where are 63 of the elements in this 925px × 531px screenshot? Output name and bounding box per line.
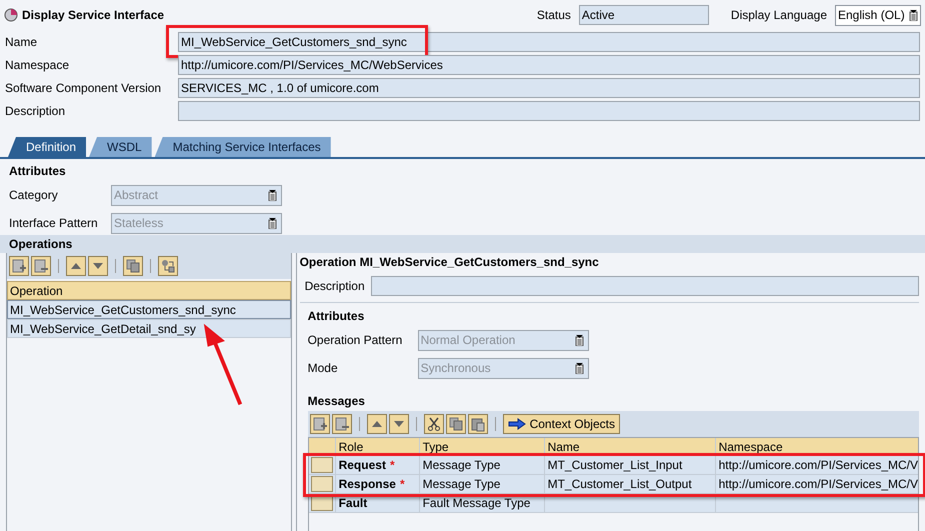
table-cell: http://umicore.com/PI/Services_MC/V [714,456,918,474]
section-title: Attributes [9,164,67,178]
required-mark: * [400,477,405,491]
paste-icon[interactable] [468,414,488,434]
dropdown-icon [268,218,277,228]
move-down-icon[interactable] [88,256,108,276]
table-cell: MT_Customer_List_Output [544,475,715,493]
status-field: Active [578,5,709,25]
field-label: Namespace [5,58,70,72]
row-selector[interactable] [310,476,333,492]
input-field: SERVICES_MC , 1.0 of umicore.com [178,78,920,98]
move-down-icon[interactable] [388,414,409,434]
section-header: Operations [0,235,925,253]
language-label: Display Language [730,8,827,22]
table-cell: Fault [334,494,419,512]
copy-icon[interactable] [446,414,466,434]
field-label: Mode [308,361,339,375]
arrow-right-icon [508,418,526,430]
column-header: Operation [7,281,291,300]
dropdown-icon [909,10,918,20]
add-row-icon[interactable] [9,256,29,276]
table-cell: http://umicore.com/PI/Services_MC/V [714,475,918,493]
tab[interactable]: Matching Service Interfaces [154,137,331,157]
cut-icon[interactable] [424,414,444,434]
remove-row-icon[interactable] [332,414,352,434]
field-label: Description [5,104,66,118]
copy-icon[interactable] [123,256,143,276]
context-objects-button[interactable]: Context Objects [502,414,620,434]
operation-title: Operation MI_WebService_GetCustomers_snd_sync [300,254,600,271]
move-up-icon[interactable] [66,256,86,276]
field-label: Description [304,278,365,292]
field-label: Operation Pattern [308,333,404,347]
table-cell: MT_Customer_List_Input [544,456,715,474]
input-field: http://umicore.com/PI/Services_MC/WebServices [178,54,920,74]
section-title: Attributes [308,309,366,323]
language-dropdown[interactable]: English (OL) [835,4,921,26]
field-label: Software Component Version [5,80,162,94]
table-cell: Message Type [418,456,544,474]
dropdown-icon [574,362,584,374]
field-label: Interface Pattern [9,216,99,230]
move-up-icon[interactable] [366,414,387,434]
service-icon [4,8,18,22]
dropdown-icon [268,190,277,200]
table-cell: Request * [334,456,419,474]
tab[interactable]: Definition [8,137,86,157]
input-field: MI_WebService_GetCustomers_snd_sync [178,32,920,52]
dropdown-icon [574,334,584,346]
section-title: Messages [308,394,366,408]
status-label: Status [536,8,571,22]
remove-row-icon[interactable] [31,256,51,276]
tab[interactable]: WSDL [89,137,152,157]
hierarchy-icon[interactable] [158,256,178,276]
operation-row[interactable]: MI_WebService_GetCustomers_snd_sync [7,300,291,319]
table-cell: Fault Message Type [418,494,544,512]
window-title: Display Service Interface [22,8,164,22]
table-cell: Message Type [418,475,544,493]
field-label: Name [5,34,38,48]
field-label: Category [9,188,59,202]
add-row-icon[interactable] [310,414,330,434]
operation-row[interactable]: MI_WebService_GetDetail_snd_sy [7,319,291,338]
row-selector[interactable] [310,457,333,473]
required-mark: * [390,458,395,472]
table-cell: Response * [334,475,419,493]
